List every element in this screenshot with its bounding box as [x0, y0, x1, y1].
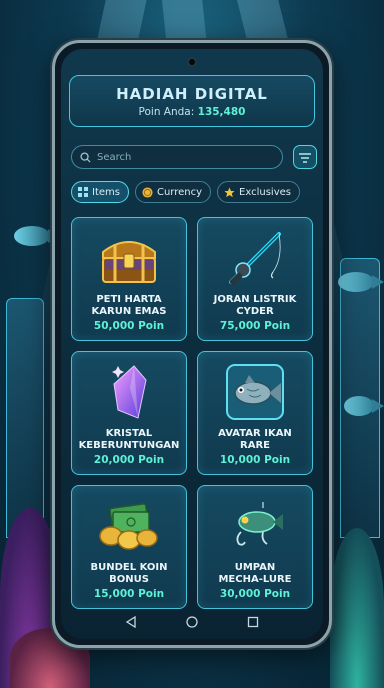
reward-name: UMPAN MECHA-LURE — [218, 562, 292, 585]
tab-label: Currency — [156, 186, 203, 198]
fish-avatar-icon — [198, 360, 312, 424]
fishing-lure-icon — [198, 494, 312, 558]
phone-screen: HADIAH DIGITAL Poin Anda: 135,480 Items — [61, 49, 323, 639]
city-tower — [6, 298, 44, 538]
reward-card[interactable]: KRISTAL KEBERUNTUNGAN 20,000 Poin — [71, 351, 187, 475]
search-input[interactable] — [97, 151, 267, 163]
coin-bundle-icon — [72, 494, 186, 558]
tab-exclusives[interactable]: Exclusives — [217, 181, 300, 203]
back-button[interactable] — [119, 610, 143, 634]
android-nav-bar — [61, 605, 323, 639]
treasure-chest-icon — [72, 226, 186, 290]
filter-button[interactable] — [293, 145, 317, 169]
reward-card[interactable]: AVATAR IKAN RARE 10,000 Poin — [197, 351, 313, 475]
reward-card[interactable]: UMPAN MECHA-LURE 30,000 Poin — [197, 485, 313, 609]
recents-button[interactable] — [241, 610, 265, 634]
back-triangle-icon — [126, 616, 136, 628]
coral-decoration — [330, 528, 384, 688]
reward-name: KRISTAL KEBERUNTUNGAN — [78, 428, 180, 451]
search-icon — [80, 148, 91, 167]
reward-price: 20,000 Poin — [93, 454, 165, 466]
points-label: Poin Anda: — [138, 106, 195, 118]
reward-price: 75,000 Poin — [219, 320, 291, 332]
search-bar[interactable] — [71, 145, 283, 169]
reward-name: BUNDEL KOIN BONUS — [90, 562, 168, 585]
coin-icon — [142, 186, 153, 198]
crystal-icon — [72, 360, 186, 424]
tab-items[interactable]: Items — [71, 181, 129, 203]
front-camera — [187, 57, 197, 67]
phone-frame: HADIAH DIGITAL Poin Anda: 135,480 Items — [52, 40, 332, 648]
reward-price: 10,000 Poin — [219, 454, 291, 466]
filter-icon — [299, 148, 311, 167]
reward-card[interactable]: BUNDEL KOIN BONUS 15,000 Poin — [71, 485, 187, 609]
reward-name: PETI HARTA KARUN EMAS — [91, 294, 167, 317]
page-title: HADIAH DIGITAL — [116, 85, 268, 103]
star-icon — [224, 186, 235, 198]
reward-price: 15,000 Poin — [93, 588, 165, 600]
reward-price: 50,000 Poin — [93, 320, 165, 332]
points-balance: Poin Anda: 135,480 — [70, 106, 314, 118]
reward-card[interactable]: PETI HARTA KARUN EMAS 50,000 Poin — [71, 217, 187, 341]
background-fish-icon — [14, 226, 60, 246]
recents-square-icon — [247, 616, 258, 628]
background-fish-icon — [344, 396, 384, 416]
reward-card[interactable]: JORAN LISTRIK CYDER 75,000 Poin — [197, 217, 313, 341]
home-button[interactable] — [180, 610, 204, 634]
points-value: 135,480 — [197, 106, 246, 118]
category-tabs: Items Currency Exclusives — [71, 181, 300, 203]
tab-label: Items — [92, 186, 120, 198]
home-circle-icon — [186, 616, 198, 628]
reward-price: 30,000 Poin — [219, 588, 291, 600]
fishing-rod-icon — [198, 226, 312, 290]
tab-currency[interactable]: Currency — [134, 181, 212, 203]
grid-icon — [78, 187, 88, 197]
reward-name: AVATAR IKAN RARE — [218, 428, 292, 451]
reward-name: JORAN LISTRIK CYDER — [213, 294, 297, 317]
tab-label: Exclusives — [239, 186, 291, 198]
background-fish-icon — [338, 272, 384, 292]
rewards-header: HADIAH DIGITAL Poin Anda: 135,480 — [69, 75, 315, 127]
